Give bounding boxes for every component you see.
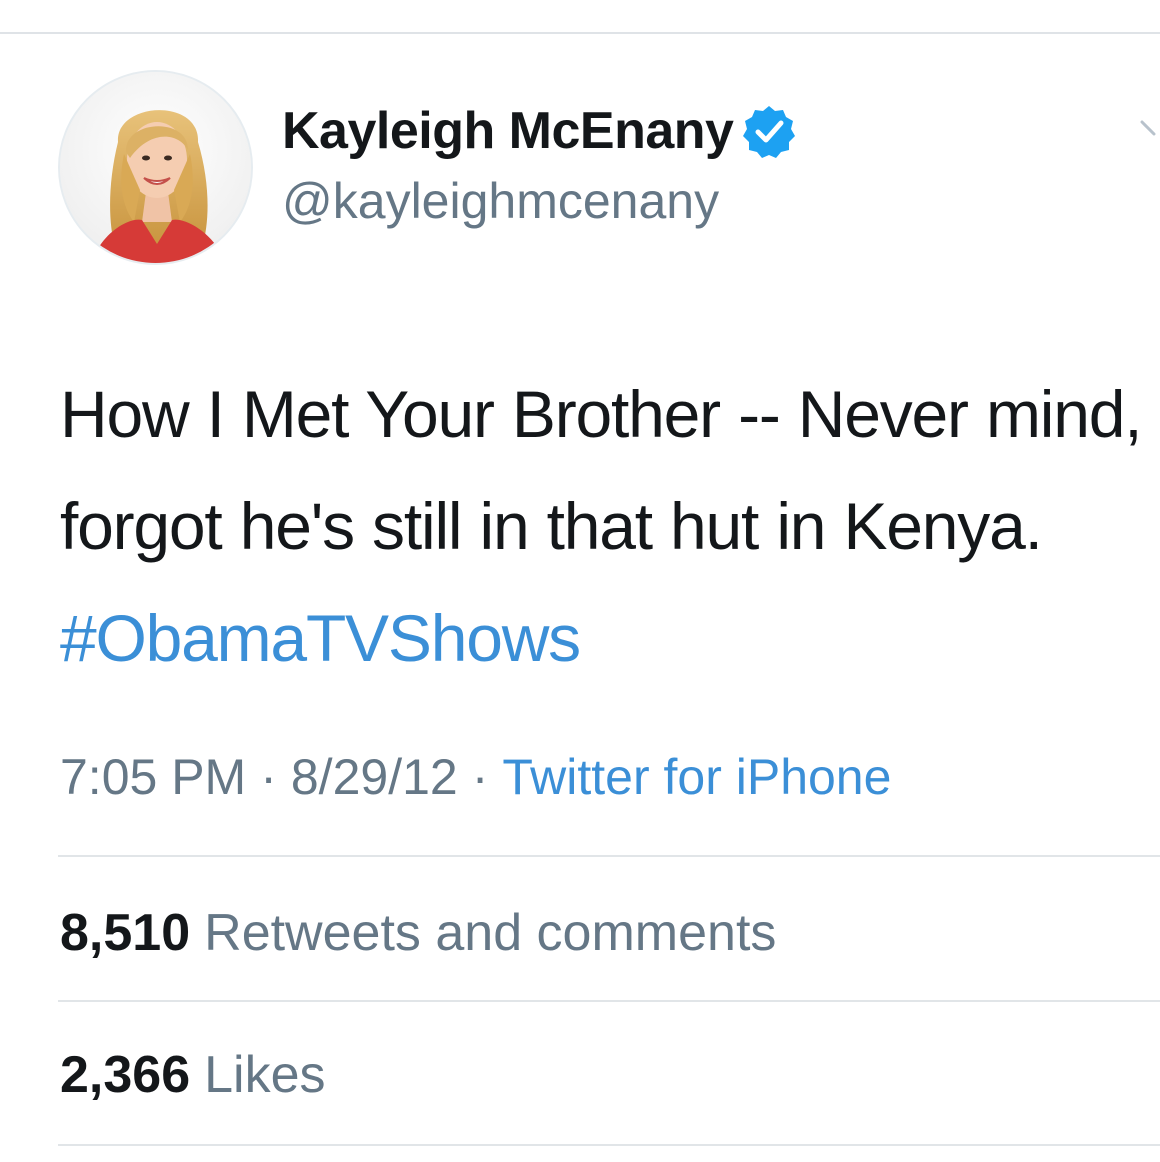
tweet-meta: 7:05 PM · 8/29/12 · Twitter for iPhone [60,748,891,806]
hashtag-link[interactable]: #ObamaTVShows [60,601,581,675]
author-handle[interactable]: @kayleighmcenany [282,172,719,230]
chevron-down-icon[interactable] [1140,110,1160,150]
retweets-label: Retweets and comments [204,904,777,962]
avatar-image [60,72,251,263]
author-display-name[interactable]: Kayleigh McEnany [282,101,734,161]
retweets-count: 8,510 [60,904,191,962]
retweets-stat[interactable]: 8,510 Retweets and comments [60,903,776,963]
tweet-text-body: How I Met Your Brother -- Never mind, fo… [60,377,1143,563]
divider [58,855,1160,857]
likes-label: Likes [204,1046,326,1104]
divider [58,1144,1160,1146]
divider [58,1000,1160,1002]
meta-separator: · [260,749,277,805]
likes-stat[interactable]: 2,366 Likes [60,1045,326,1105]
tweet-date[interactable]: 8/29/12 [291,749,458,805]
meta-separator: · [471,749,489,805]
top-divider [0,32,1160,34]
verified-badge-icon [741,103,797,159]
avatar[interactable] [58,70,253,265]
tweet-source-link[interactable]: Twitter for iPhone [502,749,891,805]
author-name-row[interactable]: Kayleigh McEnany [282,100,797,162]
tweet-time[interactable]: 7:05 PM [60,749,246,805]
tweet-text: How I Met Your Brother -- Never mind, fo… [60,358,1150,694]
likes-count: 2,366 [60,1046,191,1104]
